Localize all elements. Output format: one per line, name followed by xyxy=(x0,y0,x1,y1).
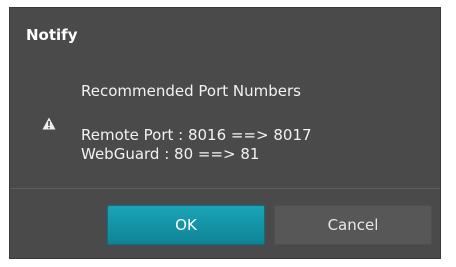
dialog-title: Notify xyxy=(26,26,78,44)
message-line-webguard: WebGuard : 80 ==> 81 xyxy=(81,145,260,163)
ok-button[interactable]: OK xyxy=(107,205,265,245)
message-headline: Recommended Port Numbers xyxy=(81,82,301,100)
notify-dialog: Notify Recommended Port Numbers Remote P… xyxy=(9,7,441,259)
button-divider xyxy=(10,188,440,189)
warning-icon xyxy=(42,115,56,130)
cancel-button[interactable]: Cancel xyxy=(274,205,432,245)
message-line-remote-port: Remote Port : 8016 ==> 8017 xyxy=(81,126,312,144)
